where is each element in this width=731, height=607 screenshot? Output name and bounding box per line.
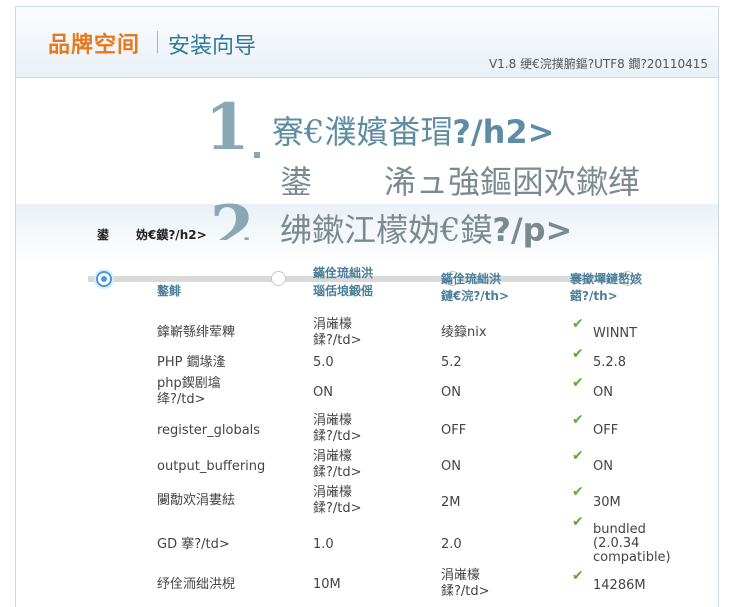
row-8-current: 14286M xyxy=(593,578,646,593)
row-5-name: output_buffering xyxy=(157,459,266,474)
row-8-min: 10M xyxy=(313,577,341,592)
brand-logo: 品牌空间 xyxy=(48,33,141,58)
step-1-subtitle: 鍙 浠ュ強鏂囦欢鏉缂 xyxy=(280,157,640,203)
row-8-name: 纾佺洏绌洪棿 xyxy=(157,577,236,592)
step-1-subtitle-right: 浠ュ強鏂囦欢鏉缂 xyxy=(384,163,641,201)
row-4-min: 涓嶉檺 鍒?/td> xyxy=(313,413,362,444)
section-label-left: 鍙 xyxy=(97,228,110,242)
row-6-rec: 2M xyxy=(441,495,461,510)
row-5-rec: ON xyxy=(441,459,461,474)
row-3-name: php鍥剧墖 绛?/td> xyxy=(157,376,221,407)
row-6-min: 涓嶉檺 鍒?/td> xyxy=(313,485,362,516)
th-recommended-line2: 鏈€浣?/th> xyxy=(441,289,510,303)
progress-step-2[interactable] xyxy=(271,271,286,286)
row-7-rec: 2.0 xyxy=(441,537,462,552)
row-4-current: OFF xyxy=(593,423,619,438)
row-1-name: 鎿嶄綔绯荤粺 xyxy=(157,325,236,340)
row-3-rec: ON xyxy=(441,385,461,400)
th-current-line2: 鍣?/th> xyxy=(570,289,618,303)
step-1-title-text: 寮€濮嬪畨瑁 xyxy=(272,113,453,151)
check-icon: ✔ xyxy=(572,568,584,584)
step-1-dot xyxy=(254,152,260,158)
row-2-min: 5.0 xyxy=(313,355,334,370)
check-icon: ✔ xyxy=(572,484,584,500)
header: 品牌空间 安装向导 V1.8 绠€浣撲腑鏂?UTF8 鐗?20110415 xyxy=(16,7,718,78)
check-icon: ✔ xyxy=(572,514,584,530)
row-3-current: ON xyxy=(593,385,613,400)
step-2-title: 绋鏉江檬妫€鏌?/p> xyxy=(280,205,572,251)
row-5-current: ON xyxy=(593,459,613,474)
check-icon: ✔ xyxy=(572,448,584,464)
th-environment: 鐜鲱 xyxy=(157,284,182,298)
row-3-min: ON xyxy=(313,385,333,400)
row-1-rec: 绫籙nix xyxy=(441,325,487,340)
wizard-title: 安装向导 xyxy=(168,34,257,59)
row-4-name: register_globals xyxy=(157,423,261,438)
row-2-current: 5.2.8 xyxy=(593,355,627,370)
step-1-title-suffix: ?/h2> xyxy=(452,113,555,151)
th-minimum-line2: 瑙佸埌鍛傜 xyxy=(313,284,374,298)
row-6-name: 闄勪欢涓婁紶 xyxy=(157,493,236,508)
version-label: V1.8 绠€浣撲腑鏂?UTF8 鐗?20110415 xyxy=(488,57,708,71)
row-7-name: GD 搴?/td> xyxy=(157,537,230,552)
row-1-min: 涓嶉檺 鍒?/td> xyxy=(313,317,362,348)
th-recommended-line1: 鏋佺琉絀洪 xyxy=(441,272,502,286)
section-label-right: 妫€鏌?/h2> xyxy=(136,228,207,242)
check-icon: ✔ xyxy=(572,346,584,362)
step-2-title-text: 绋鏉江檬妫€鏌 xyxy=(280,211,493,249)
check-icon: ✔ xyxy=(572,375,584,391)
install-frame: 品牌空间 安装向导 V1.8 绠€浣撲腑鏂?UTF8 鐗?20110415 xyxy=(15,6,719,607)
step-1-title: 寮€濮嬪畨瑁?/h2> xyxy=(272,107,554,153)
row-7-current: bundled (2.0.34 compatible) xyxy=(593,522,671,565)
check-icon: ✔ xyxy=(572,412,584,428)
step-1-number: 1 xyxy=(205,90,250,165)
step-1-subtitle-left: 鍙 xyxy=(280,163,313,201)
row-4-rec: OFF xyxy=(441,423,467,438)
row-1-current: WINNT xyxy=(593,326,638,341)
logo-divider xyxy=(157,31,158,53)
check-icon: ✔ xyxy=(572,316,584,332)
row-8-rec: 涓嶉檺 鍒?/td> xyxy=(441,568,490,599)
step-2-number: 2 xyxy=(210,198,255,240)
th-minimum-line1: 鏋佺琉絀洪 xyxy=(313,266,374,280)
row-2-rec: 5.2 xyxy=(441,355,462,370)
row-5-min: 涓嶉檺 鍒?/td> xyxy=(313,449,362,480)
row-7-min: 1.0 xyxy=(313,537,334,552)
row-2-name: PHP 鐗堟湰 xyxy=(157,355,226,370)
progress-step-1[interactable] xyxy=(96,271,112,287)
step-2-title-suffix: ?/p> xyxy=(492,211,573,249)
row-6-current: 30M xyxy=(593,495,621,510)
th-current-line1: 褰撳墠鏈嶅姟 xyxy=(570,272,643,286)
